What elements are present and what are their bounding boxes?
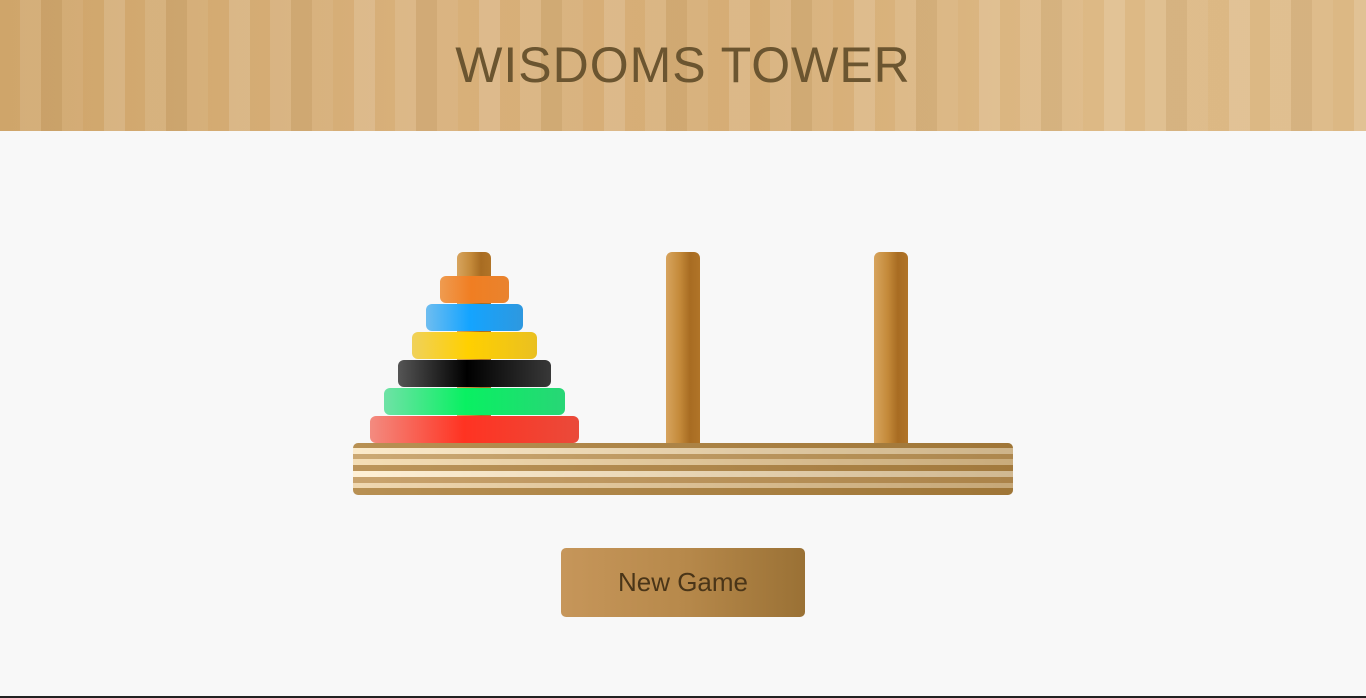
disk-green [383, 388, 565, 415]
peg-middle[interactable] [666, 252, 700, 444]
peg-right[interactable] [874, 252, 908, 444]
disk-yellow [411, 332, 537, 359]
disk-red [369, 416, 579, 443]
page-title: WISDOMS TOWER [455, 37, 911, 93]
disk-orange[interactable] [439, 276, 509, 303]
new-game-button[interactable]: New Game [561, 548, 805, 617]
header-banner: WISDOMS TOWER [0, 0, 1366, 131]
disk-blue [425, 304, 523, 331]
disk-black [397, 360, 551, 387]
tower-base-board [353, 443, 1013, 495]
